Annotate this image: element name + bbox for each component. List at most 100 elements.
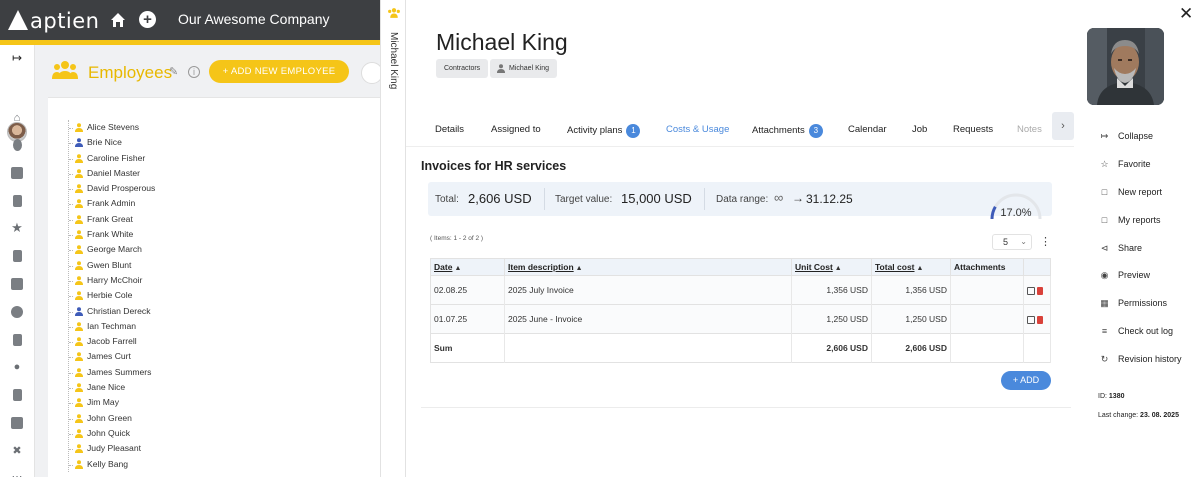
home-nav-icon[interactable]: ⌂	[11, 112, 23, 124]
report-icon[interactable]	[13, 334, 22, 346]
checkout-log-icon: ≡	[1101, 326, 1108, 337]
column-header-date[interactable]: Date ▲︎	[430, 258, 505, 276]
action-preview[interactable]: ◉ Preview	[1098, 269, 1182, 297]
bell-icon[interactable]	[13, 139, 22, 151]
employee-list-item[interactable]: Daniel Master	[68, 166, 155, 181]
action-favorite[interactable]: ☆ Favorite	[1098, 158, 1182, 186]
column-header-description[interactable]: Item description ▲︎	[504, 258, 792, 276]
table-row[interactable]: 01.07.25 2025 June - Invoice 1,250 USD 1…	[430, 304, 1051, 334]
tools-icon[interactable]: ✖	[11, 445, 23, 457]
action-my-reports[interactable]: □ My reports	[1098, 214, 1182, 242]
action-revision-history[interactable]: ↻ Revision history	[1098, 353, 1182, 381]
sort-icon: ▲︎	[834, 265, 842, 272]
aptien-logo[interactable]: aptien	[8, 9, 100, 33]
action-new-report[interactable]: □ New report	[1098, 186, 1182, 214]
tab-requests[interactable]: Requests	[953, 124, 993, 138]
employee-list-item[interactable]: James Curt	[68, 349, 155, 364]
employee-list-item[interactable]: Harry McChoir	[68, 273, 155, 288]
stat-divider	[704, 188, 705, 210]
star-icon[interactable]: ★	[11, 221, 23, 234]
trash-icon[interactable]	[1037, 315, 1043, 324]
chip-person[interactable]: Michael King	[490, 59, 558, 78]
employee-list-item[interactable]: George March	[68, 242, 155, 257]
employee-list-item[interactable]: Herbie Cole	[68, 288, 155, 303]
add-new-employee-button[interactable]: + ADD NEW EMPLOYEE	[209, 60, 349, 83]
employee-list-item[interactable]: Jim May	[68, 395, 155, 410]
employee-list-item[interactable]: Gwen Blunt	[68, 258, 155, 273]
more-options-icon[interactable]: ⋮	[1040, 235, 1051, 249]
table-row[interactable]: 02.08.25 2025 July Invoice 1,356 USD 1,3…	[430, 275, 1051, 305]
cell-sum-unit: 2,606 USD	[791, 333, 872, 363]
pencil-icon[interactable]: ✎	[169, 67, 180, 78]
profile-photo[interactable]	[1087, 28, 1164, 105]
calendar-icon[interactable]	[11, 167, 23, 179]
tab-activity-plans[interactable]: Activity plans 1	[567, 124, 641, 138]
employee-name: Ian Techman	[87, 320, 137, 331]
employee-list-item[interactable]: Alice Stevens	[68, 120, 155, 135]
employee-list-item[interactable]: Judy Pleasant	[68, 441, 155, 456]
employee-name: Jim May	[87, 397, 119, 408]
tab-job[interactable]: Job	[912, 124, 927, 138]
permissions-icon: ▦	[1100, 298, 1109, 309]
employee-list-item[interactable]: Frank Admin	[68, 196, 155, 211]
clipboard-list-icon[interactable]	[13, 389, 22, 401]
employee-list-item[interactable]: Caroline Fisher	[68, 151, 155, 166]
employee-list-item[interactable]: Kelly Bang	[68, 457, 155, 472]
action-collapse[interactable]: ↦ Collapse	[1098, 130, 1182, 158]
clipboard-icon[interactable]	[13, 195, 22, 207]
column-header-actions	[1023, 258, 1051, 276]
check-circle-icon[interactable]	[11, 306, 23, 318]
tab-notes[interactable]: Notes	[1017, 124, 1042, 138]
column-header-total-cost[interactable]: Total cost ▲︎	[871, 258, 951, 276]
employee-list-item[interactable]: John Quick	[68, 426, 155, 441]
add-invoice-button[interactable]: + ADD	[1001, 371, 1051, 390]
employee-list-item[interactable]: Brie Nice	[68, 135, 155, 150]
close-icon[interactable]: ✕	[1179, 5, 1193, 22]
chip-contractors[interactable]: Contractors	[436, 59, 489, 78]
expand-arrow-icon[interactable]: ↦	[11, 52, 23, 64]
tab-attachments[interactable]: Attachments 3	[752, 124, 823, 138]
column-header-unit-cost[interactable]: Unit Cost ▲︎	[791, 258, 872, 276]
cell-unit-cost: 1,250 USD	[791, 304, 872, 334]
employee-list-item[interactable]: Jacob Farrell	[68, 334, 155, 349]
books-icon[interactable]	[11, 417, 23, 429]
employee-list-item[interactable]: David Prosperous	[68, 181, 155, 196]
employee-list-item[interactable]: Ian Techman	[68, 319, 155, 334]
employee-list-item[interactable]: Frank Great	[68, 212, 155, 227]
company-name[interactable]: Our Awesome Company	[178, 11, 329, 27]
tab-scroll-right-icon[interactable]: ›	[1052, 112, 1074, 140]
employees-header: Employees ✎ i + ADD NEW EMPLOYEE	[35, 45, 383, 95]
collapse-arrow-icon: ↦	[1100, 131, 1109, 141]
tab-calendar[interactable]: Calendar	[848, 124, 887, 138]
action-permissions[interactable]: ▦ Permissions	[1098, 297, 1182, 325]
employee-name: Alice Stevens	[87, 122, 140, 132]
cell-description: 2025 July Invoice	[504, 275, 792, 305]
cell-actions	[1023, 275, 1051, 305]
edit-icon[interactable]	[1027, 315, 1035, 324]
record-strip[interactable]: Michael King	[380, 0, 406, 477]
person-icon	[75, 138, 83, 148]
trash-icon[interactable]	[1037, 286, 1043, 295]
action-share[interactable]: ⊲ Share	[1098, 242, 1182, 270]
page-size-select[interactable]: 5 ⌄	[992, 234, 1032, 250]
add-plus-icon[interactable]: +	[139, 11, 156, 28]
activity-plans-badge: 1	[626, 124, 641, 138]
stats-bar: Total: 2,606 USD Target value: 15,000 US…	[428, 182, 1052, 216]
document-icon[interactable]	[13, 250, 22, 262]
tab-costs-usage[interactable]: Costs & Usage	[666, 124, 729, 138]
employee-list-item[interactable]: Christian Dereck	[68, 304, 155, 319]
share-icon: ⊲	[1100, 242, 1109, 253]
employee-list-item[interactable]: Frank White	[68, 227, 155, 242]
action-checkout-log[interactable]: ≡ Check out log	[1098, 325, 1182, 353]
tab-details[interactable]: Details	[435, 124, 464, 138]
apps-icon[interactable]: ⋯	[11, 471, 23, 477]
info-icon[interactable]: i	[188, 66, 200, 78]
employee-list-item[interactable]: John Green	[68, 411, 155, 426]
employee-list-item[interactable]: Jane Nice	[68, 380, 155, 395]
home-icon[interactable]	[109, 11, 127, 29]
person-icon[interactable]: ●	[11, 361, 23, 373]
edit-icon[interactable]	[1027, 286, 1035, 295]
tab-assigned-to[interactable]: Assigned to	[491, 124, 541, 138]
forklift-icon[interactable]	[11, 278, 23, 290]
employee-list-item[interactable]: James Summers	[68, 365, 155, 380]
